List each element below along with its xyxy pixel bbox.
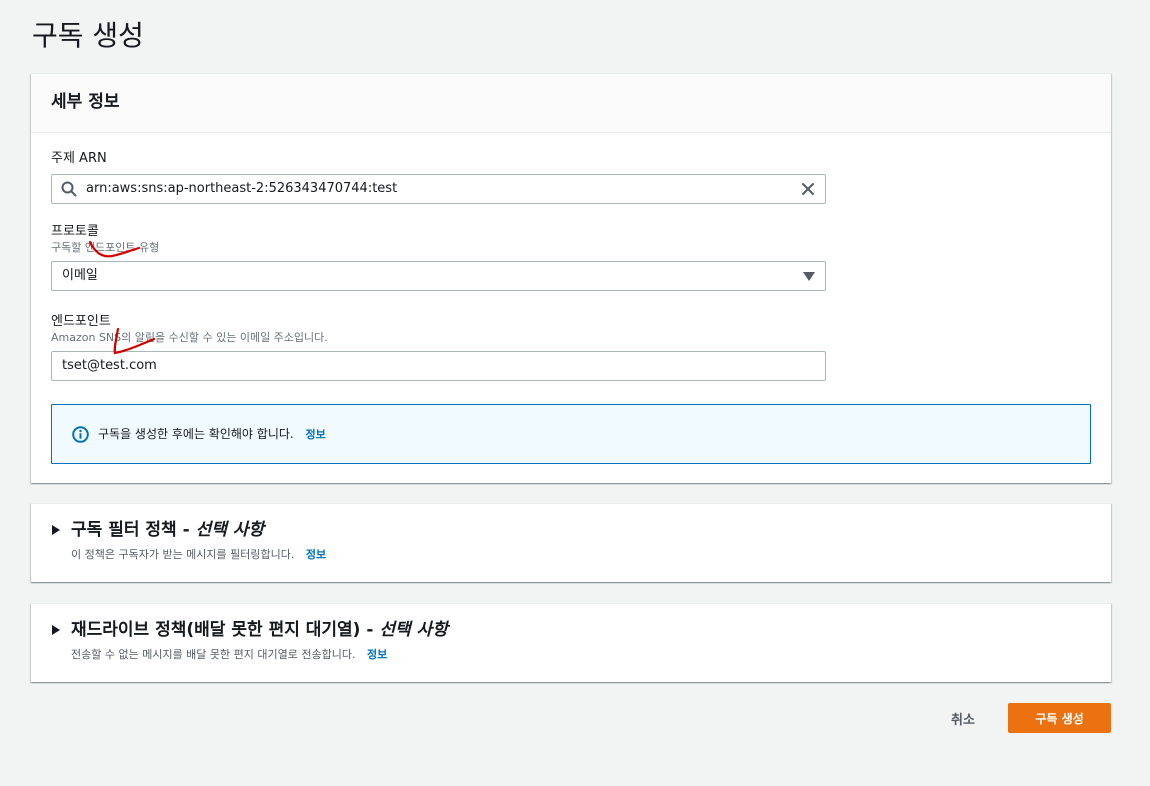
expand-triangle-icon xyxy=(52,625,60,635)
protocol-field: 프로토콜 구독할 엔드포인트 유형 이메일 xyxy=(51,223,826,291)
endpoint-field: 엔드포인트 Amazon SNS의 알림을 수신할 수 있는 이메일 주소입니다… xyxy=(51,313,826,381)
endpoint-label: 엔드포인트 xyxy=(51,314,111,329)
create-subscription-button[interactable]: 구독 생성 xyxy=(1008,703,1111,733)
details-heading: 세부 정보 xyxy=(51,92,120,112)
protocol-description: 구독할 엔드포인트 유형 xyxy=(51,241,160,254)
caret-down-icon xyxy=(803,272,815,281)
topic-arn-value: arn:aws:sns:ap-northeast-2:526343470744:… xyxy=(86,181,398,196)
clear-icon[interactable] xyxy=(800,181,816,197)
protocol-label: 프로토콜 xyxy=(51,224,99,239)
details-panel: 세부 정보 주제 ARN arn:aws:sns:ap-northeast-2:… xyxy=(31,73,1111,483)
redrive-policy-info-link[interactable]: 정보 xyxy=(367,648,387,661)
endpoint-description: Amazon SNS의 알림을 수신할 수 있는 이메일 주소입니다. xyxy=(51,331,328,344)
expand-triangle-icon xyxy=(52,525,60,535)
page-title: 구독 생성 xyxy=(32,19,144,52)
filter-policy-info-link[interactable]: 정보 xyxy=(306,548,326,561)
redrive-policy-toggle[interactable]: 재드라이브 정책(배달 못한 편지 대기열) - 선택 사항 xyxy=(51,618,448,642)
filter-policy-toggle[interactable]: 구독 필터 정책 - 선택 사항 xyxy=(51,518,264,542)
details-panel-header: 세부 정보 xyxy=(31,74,1111,133)
filter-policy-panel: 구독 필터 정책 - 선택 사항 이 정책은 구독자가 받는 메시지를 필터링합… xyxy=(31,503,1111,582)
topic-arn-input[interactable]: arn:aws:sns:ap-northeast-2:526343470744:… xyxy=(51,174,826,204)
endpoint-value: tset@test.com xyxy=(62,358,157,373)
topic-arn-label: 주제 ARN xyxy=(51,151,107,166)
info-alert-text-wrap: 구독을 생성한 후에는 확인해야 합니다. 정보 xyxy=(98,425,326,444)
info-alert-text: 구독을 생성한 후에는 확인해야 합니다. xyxy=(98,427,294,441)
info-alert-link[interactable]: 정보 xyxy=(306,428,326,441)
filter-policy-optional: 선택 사항 xyxy=(195,520,265,540)
info-icon xyxy=(72,426,89,443)
redrive-policy-panel: 재드라이브 정책(배달 못한 편지 대기열) - 선택 사항 전송할 수 없는 … xyxy=(31,603,1111,682)
filter-policy-description-wrap: 이 정책은 구독자가 받는 메시지를 필터링합니다. 정보 xyxy=(71,548,326,562)
topic-arn-field: 주제 ARN arn:aws:sns:ap-northeast-2:526343… xyxy=(51,150,826,204)
filter-policy-description: 이 정책은 구독자가 받는 메시지를 필터링합니다. xyxy=(71,548,295,561)
protocol-select[interactable]: 이메일 xyxy=(51,261,826,291)
redrive-policy-optional: 선택 사항 xyxy=(379,620,448,640)
protocol-selected-value: 이메일 xyxy=(62,268,98,283)
redrive-policy-description: 전송할 수 없는 메시지를 배달 못한 편지 대기열로 전송합니다. xyxy=(71,648,356,661)
endpoint-input[interactable]: tset@test.com xyxy=(51,351,826,381)
cancel-button[interactable]: 취소 xyxy=(935,703,991,733)
search-icon xyxy=(61,181,77,197)
filter-policy-title: 구독 필터 정책 - 선택 사항 xyxy=(71,520,265,540)
info-alert: 구독을 생성한 후에는 확인해야 합니다. 정보 xyxy=(51,404,1091,464)
redrive-policy-title: 재드라이브 정책(배달 못한 편지 대기열) - 선택 사항 xyxy=(71,620,448,640)
redrive-policy-description-wrap: 전송할 수 없는 메시지를 배달 못한 편지 대기열로 전송합니다. 정보 xyxy=(71,648,387,662)
